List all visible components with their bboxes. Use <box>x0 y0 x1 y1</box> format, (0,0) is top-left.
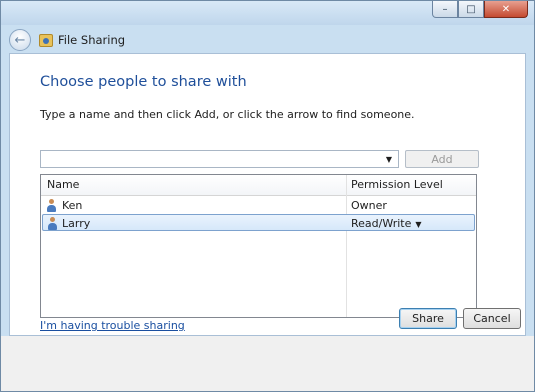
app-title: File Sharing <box>39 33 125 47</box>
user-icon <box>46 199 57 212</box>
table-row[interactable]: Ken Owner <box>42 197 475 214</box>
window-controls: – □ ✕ <box>432 1 528 18</box>
permission-dropdown[interactable]: Read/Write ▼ <box>351 215 422 232</box>
row-permission: Owner <box>351 199 387 212</box>
content-panel: Choose people to share with Type a name … <box>9 53 526 336</box>
minimize-button[interactable]: – <box>432 1 458 18</box>
back-arrow-icon[interactable]: ← <box>9 29 31 51</box>
table-row-selected[interactable]: Larry Read/Write ▼ <box>42 214 475 231</box>
list-header: Name Permission Level <box>41 175 476 196</box>
close-button[interactable]: ✕ <box>484 1 528 18</box>
file-sharing-window: – □ ✕ ← File Sharing Choose people to sh… <box>0 0 535 392</box>
row-name: Ken <box>62 199 83 212</box>
file-sharing-icon <box>39 33 53 47</box>
row-name: Larry <box>62 217 91 230</box>
window-title: File Sharing <box>58 33 126 47</box>
maximize-button[interactable]: □ <box>458 1 484 18</box>
column-name[interactable]: Name <box>47 175 79 195</box>
add-button[interactable]: Add <box>405 150 479 168</box>
name-input[interactable] <box>41 151 377 167</box>
name-combo-box[interactable]: ▼ <box>40 150 399 168</box>
row-permission: Read/Write <box>351 217 412 230</box>
trouble-sharing-link[interactable]: I'm having trouble sharing <box>40 319 185 332</box>
header: ← File Sharing <box>1 25 534 55</box>
chevron-down-icon[interactable]: ▼ <box>415 220 421 229</box>
footer <box>1 336 534 391</box>
user-icon <box>47 217 58 230</box>
share-list[interactable]: Name Permission Level Ken Owner Larry Re… <box>40 174 477 318</box>
title-bar: – □ ✕ <box>1 1 534 25</box>
page-title: Choose people to share with <box>40 74 247 90</box>
instruction-text: Type a name and then click Add, or click… <box>40 108 415 121</box>
chevron-down-icon[interactable]: ▼ <box>382 151 396 167</box>
share-button[interactable]: Share <box>399 308 457 329</box>
column-permission[interactable]: Permission Level <box>351 175 443 195</box>
cancel-button[interactable]: Cancel <box>463 308 521 329</box>
